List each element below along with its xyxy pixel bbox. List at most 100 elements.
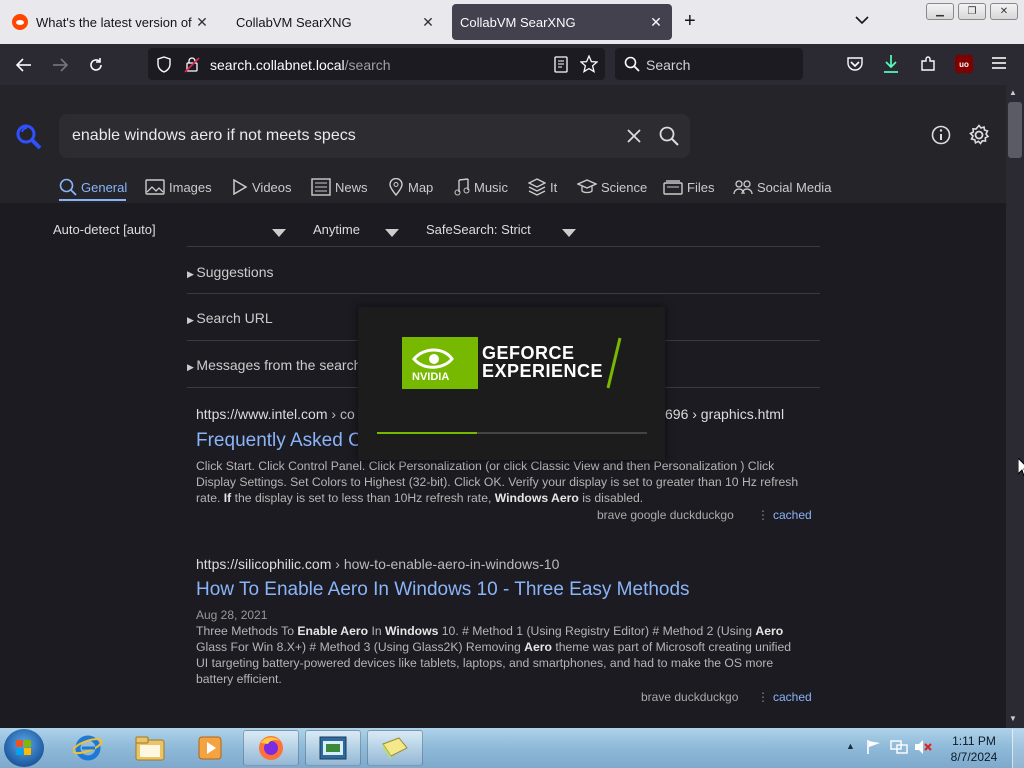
category-videos[interactable]: Videos [232, 176, 292, 198]
category-music[interactable]: Music [454, 176, 508, 198]
info-icon[interactable] [931, 125, 951, 150]
safesearch-select[interactable]: SafeSearch: Strict [426, 222, 531, 237]
category-files[interactable]: Files [663, 176, 714, 198]
taskbar-media-player[interactable] [182, 730, 238, 766]
time-range-select[interactable]: Anytime [313, 222, 360, 237]
safesearch-dropdown-caret-icon[interactable] [562, 225, 576, 243]
result-url[interactable]: https://silicophilic.com › how-to-enable… [196, 556, 559, 572]
tab-collabvm-searxng-1[interactable]: CollabVM SearXNG ✕ [228, 4, 444, 40]
result-engines: brave duckduckgo [641, 690, 739, 704]
url-text[interactable]: search.collabnet.local/search [210, 57, 391, 73]
close-tab-icon[interactable]: ✕ [194, 14, 210, 31]
show-hidden-icons-arrow-icon[interactable]: ▲ [846, 741, 855, 751]
url-host: search.collabnet.local [210, 57, 345, 73]
fold-label: Messages from the search [196, 357, 362, 373]
divider [187, 246, 820, 247]
folder-icon [135, 736, 165, 761]
scrollbar-thumb[interactable] [1008, 102, 1022, 158]
category-it[interactable]: It [528, 176, 557, 198]
page-scrollbar[interactable] [1006, 85, 1024, 728]
result-title-link[interactable]: Frequently Asked C [196, 430, 362, 452]
close-tab-icon[interactable]: ✕ [648, 14, 664, 31]
reader-view-icon[interactable] [553, 56, 569, 78]
search-query-text[interactable]: enable windows aero if not meets specs [72, 127, 356, 145]
time-dropdown-caret-icon[interactable] [385, 225, 399, 243]
browser-search-placeholder: Search [646, 57, 691, 73]
taskbar-clock[interactable]: 1:11 PM 8/7/2024 [944, 733, 1004, 765]
newspaper-icon [311, 178, 331, 196]
pocket-icon[interactable] [846, 55, 864, 78]
taskbar-file-explorer[interactable] [122, 730, 178, 766]
loading-progress-fill [377, 432, 477, 434]
start-button[interactable] [4, 729, 44, 767]
category-news[interactable]: News [311, 176, 368, 198]
category-label: Videos [252, 179, 292, 195]
category-label: Music [474, 179, 508, 195]
result-title-link[interactable]: How To Enable Aero In Windows 10 - Three… [196, 579, 690, 601]
category-map[interactable]: Map [388, 176, 433, 198]
lock-insecure-icon[interactable] [184, 56, 200, 78]
result-date: Aug 28, 2021 [196, 608, 268, 622]
clear-search-icon[interactable] [626, 128, 642, 149]
mouse-cursor-icon [1018, 458, 1024, 476]
searxng-logo-icon[interactable] [15, 123, 43, 156]
bookmark-star-icon[interactable] [579, 54, 599, 78]
category-social-media[interactable]: Social Media [733, 176, 831, 198]
list-all-tabs-chevron-icon[interactable] [855, 12, 869, 30]
ublock-origin-icon[interactable]: uo [955, 55, 973, 73]
search-url-toggle[interactable]: ▶ Search URL [187, 310, 273, 326]
minimize-window-button[interactable]: ▁ [926, 3, 954, 20]
network-icon[interactable] [890, 739, 908, 760]
action-center-flag-icon[interactable] [866, 739, 882, 760]
people-icon [733, 180, 753, 195]
category-science[interactable]: Science [577, 176, 647, 198]
result-url[interactable]: https://www.intel.com › co [196, 406, 355, 422]
cached-link[interactable]: cached [773, 508, 812, 522]
submit-search-icon[interactable] [659, 126, 679, 151]
shield-icon[interactable] [156, 56, 172, 78]
engine-messages-toggle[interactable]: ▶ Messages from the search [187, 357, 361, 373]
url-path: /search [344, 57, 391, 73]
back-arrow-icon[interactable] [12, 44, 36, 85]
language-dropdown-caret-icon[interactable] [272, 225, 286, 243]
result-url-path: › how-to-enable-aero-in-windows-10 [335, 556, 560, 572]
nvidia-logo-slant [468, 337, 478, 389]
new-tab-plus-icon[interactable]: + [684, 10, 696, 33]
taskbar-app-window[interactable] [305, 730, 361, 766]
cached-link[interactable]: cached [773, 690, 812, 704]
show-desktop-button[interactable] [1012, 729, 1024, 768]
tab-latest-version[interactable]: What's the latest version of Gef ✕ [4, 4, 218, 40]
result-url-host: https://silicophilic.com [196, 556, 332, 572]
result-snippet: Three Methods To Enable Aero In Windows … [196, 624, 792, 686]
browser-search-bar[interactable] [615, 48, 803, 80]
category-images[interactable]: Images [145, 176, 212, 198]
reload-icon[interactable] [84, 44, 108, 85]
scroll-down-arrow-icon[interactable]: ▼ [1009, 714, 1017, 723]
extensions-puzzle-icon[interactable] [919, 55, 937, 78]
result-url-suffix[interactable]: 696 › graphics.html [665, 406, 784, 422]
divider [187, 293, 820, 294]
loading-progress-track [377, 432, 647, 434]
menu-hamburger-icon[interactable] [991, 56, 1007, 75]
music-note-icon [454, 178, 470, 196]
geforce-title-line1: GEFORCE [482, 343, 575, 363]
taskbar-internet-explorer[interactable] [60, 730, 116, 766]
downloads-icon[interactable] [882, 54, 900, 79]
taskbar-firefox[interactable] [243, 730, 299, 766]
category-label: It [550, 179, 558, 195]
result-url-host: https://www.intel.com [196, 406, 328, 422]
scroll-up-arrow-icon[interactable]: ▲ [1009, 88, 1017, 97]
close-tab-icon[interactable]: ✕ [420, 14, 436, 31]
tab-collabvm-searxng-active[interactable]: CollabVM SearXNG ✕ [452, 4, 672, 40]
taskbar-geforce-installer[interactable] [367, 730, 423, 766]
settings-gear-icon[interactable] [968, 124, 990, 151]
volume-muted-icon[interactable] [914, 739, 932, 760]
fold-label: Search URL [196, 310, 273, 326]
clock-date: 8/7/2024 [950, 750, 998, 764]
category-general[interactable]: General [59, 176, 127, 198]
forward-arrow-icon[interactable] [48, 44, 72, 85]
restore-window-button[interactable]: ❐ [958, 3, 986, 20]
language-select[interactable]: Auto-detect [auto] [53, 222, 156, 237]
suggestions-toggle[interactable]: ▶ Suggestions [187, 264, 273, 280]
close-window-button[interactable]: ✕ [990, 3, 1018, 20]
